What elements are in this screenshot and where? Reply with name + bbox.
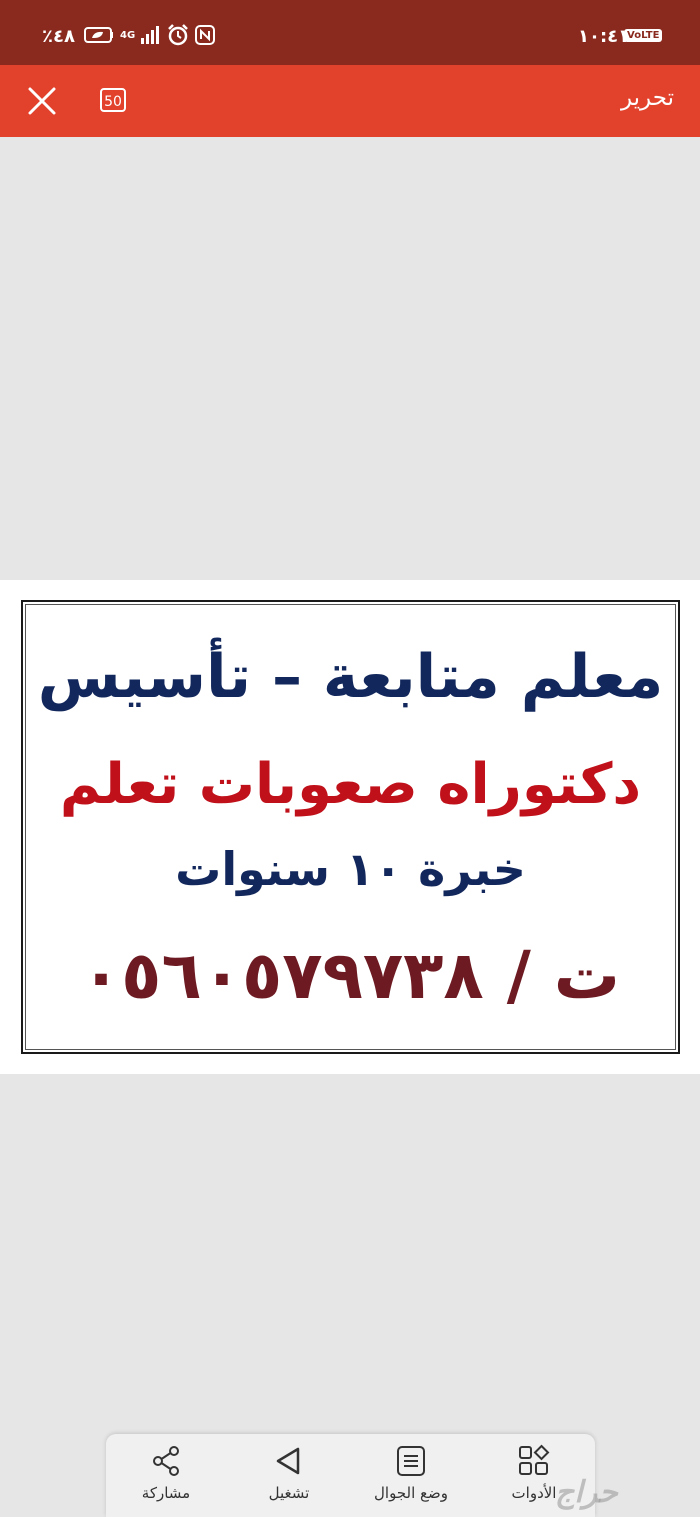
battery-icon — [84, 27, 113, 43]
share-icon — [153, 1446, 179, 1476]
signal-icon — [141, 26, 160, 44]
share-label: مشاركة — [141, 1484, 191, 1502]
clock-time: ١٠:٤١ — [578, 26, 630, 47]
experience-line: خبرة ١٠ سنوات — [175, 842, 526, 896]
page-count-badge[interactable]: 50 — [100, 88, 126, 112]
tools-icon — [519, 1444, 550, 1475]
mobile-mode-icon — [397, 1446, 425, 1476]
bottom-action-bar: مشاركة تشغيل وضع الجوال الأدوات — [106, 1434, 595, 1517]
status-bar: ٪٤٨ 4G ١٠:٤١ VoLTE — [0, 0, 700, 65]
haraj-watermark: حراج — [555, 1475, 618, 1510]
alarm-icon — [168, 24, 189, 46]
battery-percent: ٪٤٨ — [42, 26, 75, 47]
phone-line: ت / ٠٥٦٠٥٧٩٧٣٨ — [80, 937, 621, 1014]
mobile-mode-button[interactable]: وضع الجوال — [361, 1444, 461, 1514]
volte-badge: VoLTE — [624, 29, 663, 42]
play-label: تشغيل — [268, 1484, 310, 1502]
nfc-icon — [195, 25, 216, 45]
document-frame: معلم متابعة – تأسيس دكتوراه صعوبات تعلم … — [21, 600, 680, 1054]
share-button[interactable]: مشاركة — [116, 1444, 216, 1514]
network-type: 4G — [120, 29, 136, 41]
edit-button[interactable]: تحرير — [621, 85, 674, 111]
play-button[interactable]: تشغيل — [239, 1444, 339, 1514]
mobile-mode-label: وضع الجوال — [374, 1484, 448, 1502]
close-icon[interactable] — [24, 83, 60, 119]
headline-doctorate: دكتوراه صعوبات تعلم — [59, 752, 642, 817]
app-toolbar: 50 تحرير — [0, 65, 700, 137]
headline-tutor: معلم متابعة – تأسيس — [37, 642, 664, 712]
play-icon — [276, 1447, 300, 1475]
status-icons: 4G — [84, 24, 216, 46]
